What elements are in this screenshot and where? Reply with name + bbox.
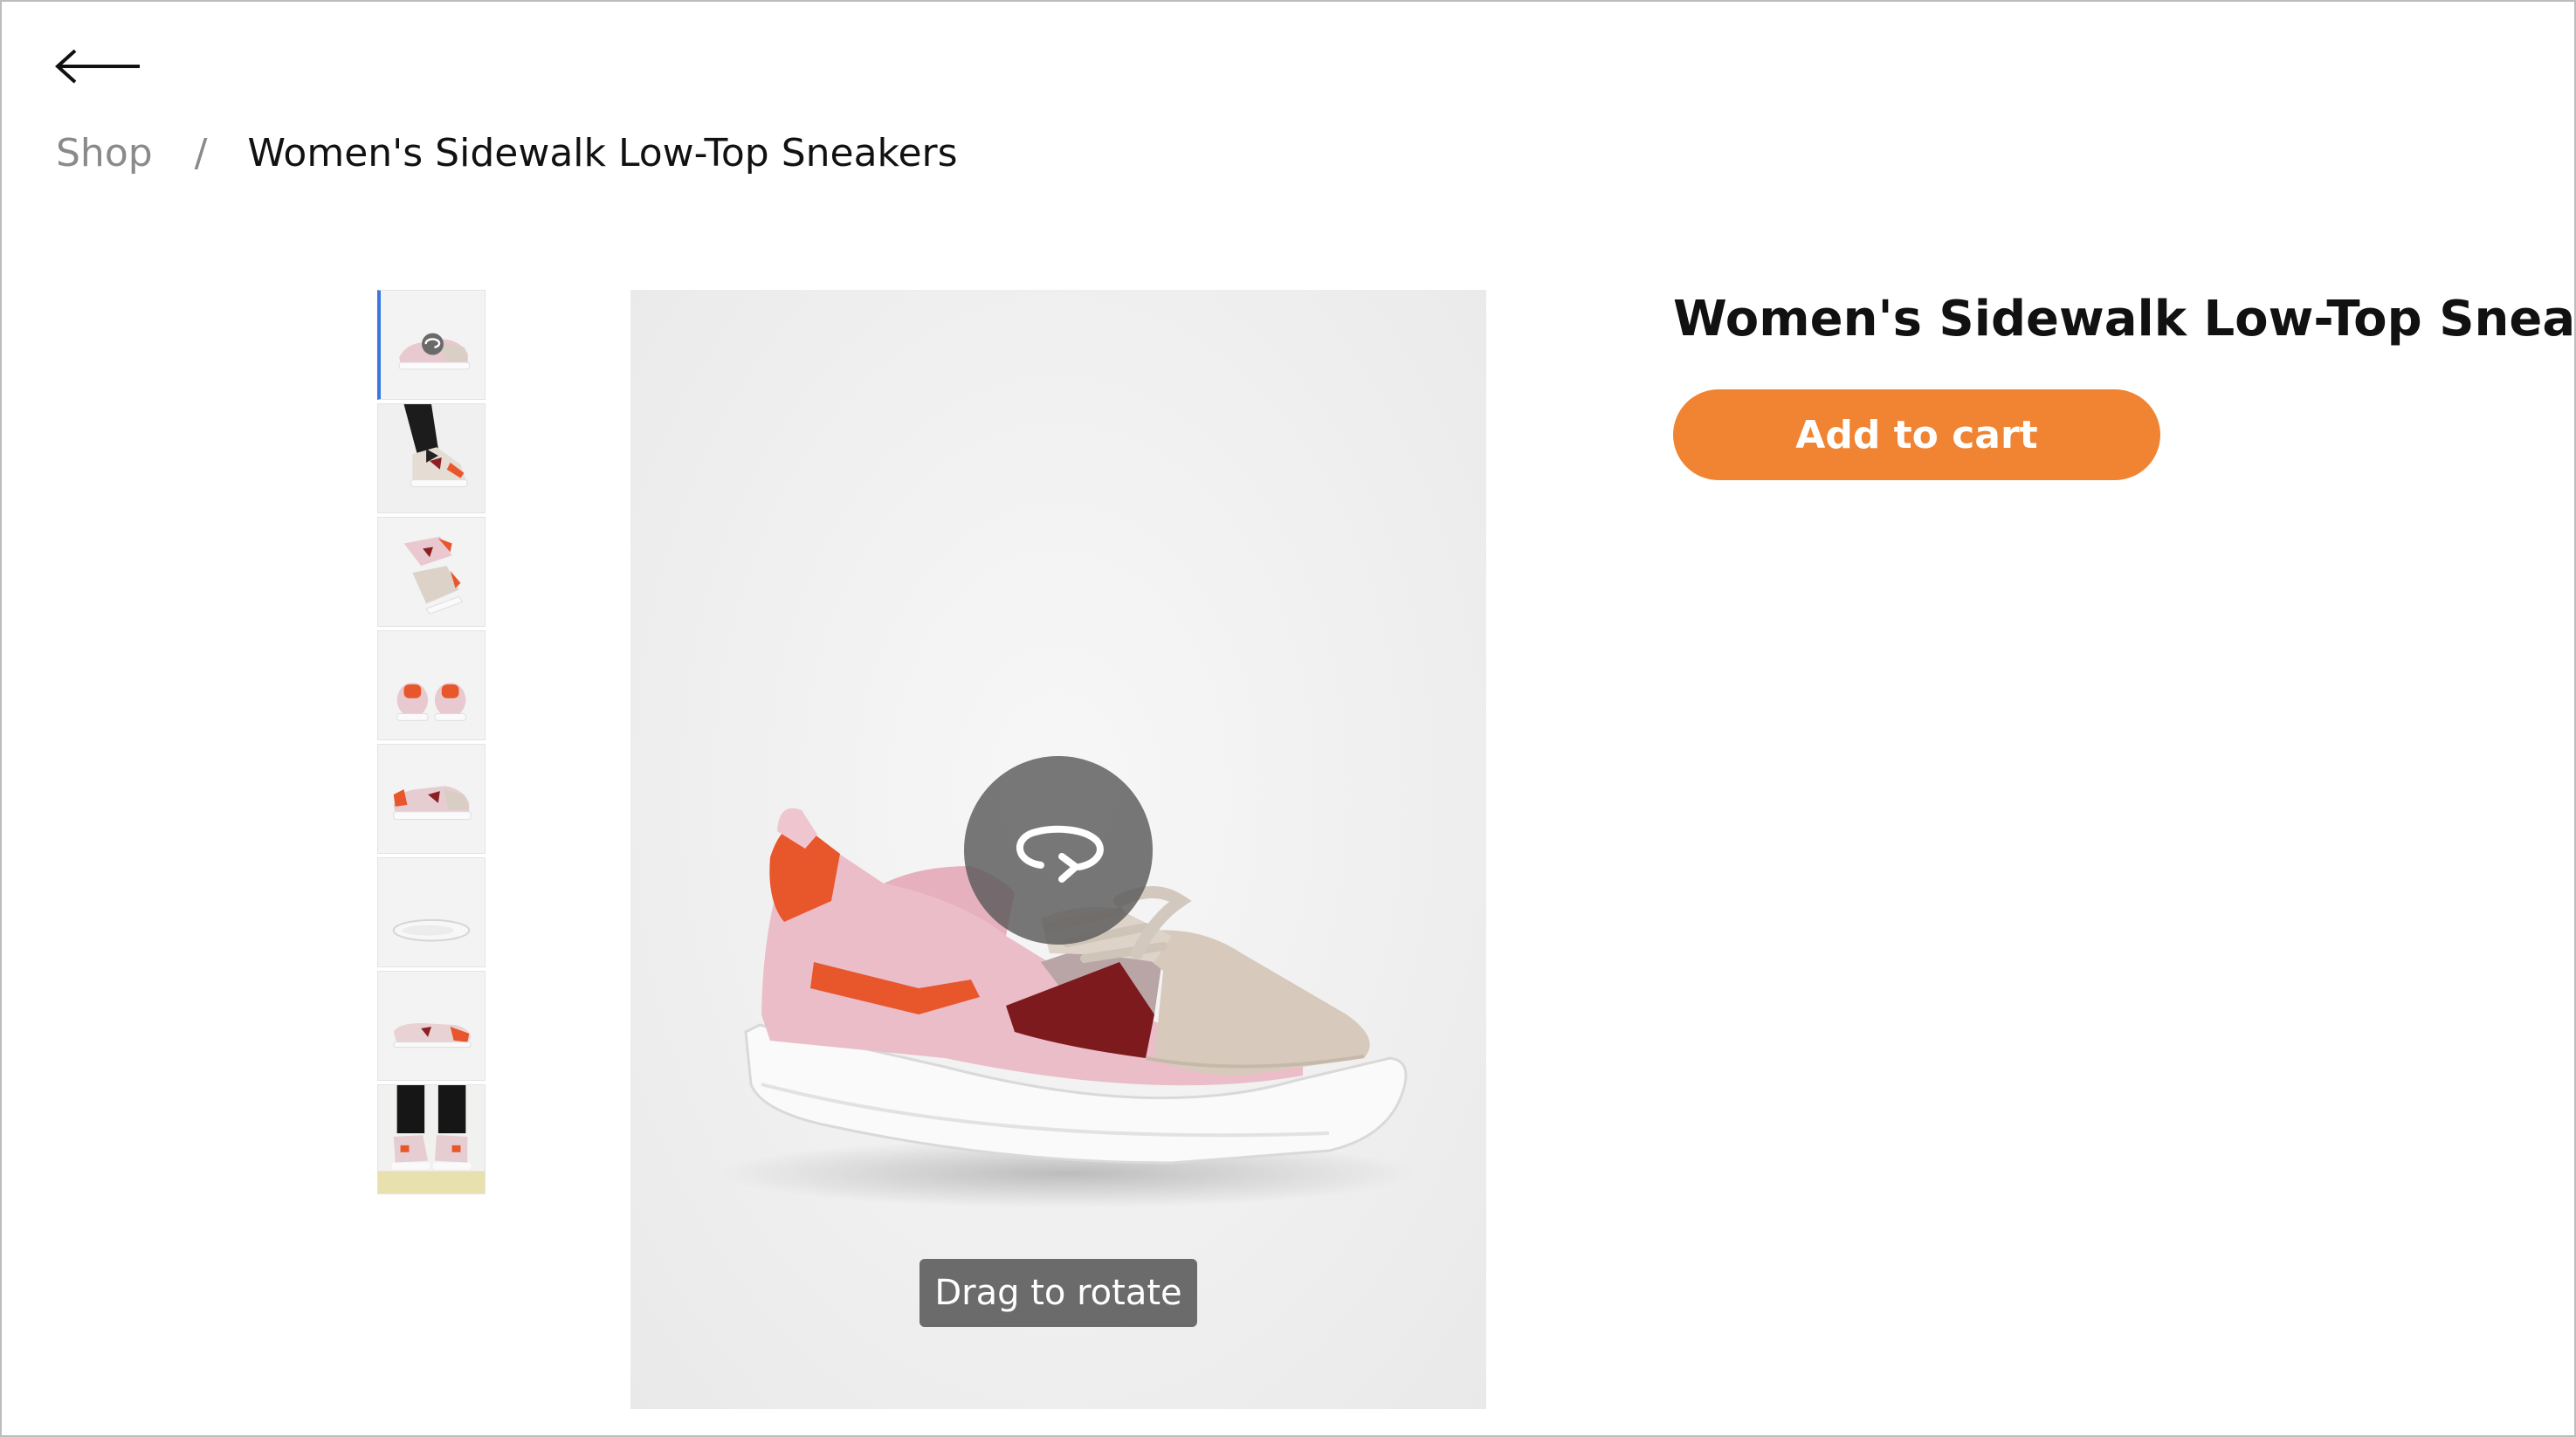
thumbnail-image[interactable] xyxy=(377,630,486,740)
leg-wearing-sneaker-thumbnail-image xyxy=(378,404,485,512)
breadcrumb-shop-link[interactable]: Shop xyxy=(56,127,153,180)
legs-wearing-sneakers-thumbnail-image xyxy=(378,1085,485,1193)
breadcrumb-current-page: Women's Sidewalk Low-Top Sneakers xyxy=(247,131,958,175)
sneaker-sole-thumbnail-image xyxy=(378,858,485,966)
thumbnail-image[interactable] xyxy=(377,1084,486,1194)
add-to-cart-button[interactable]: Add to cart xyxy=(1673,389,2160,480)
sneaker-top-thumbnail-image xyxy=(378,972,485,1080)
rotate-360-button[interactable] xyxy=(964,756,1153,945)
thumbnail-image[interactable] xyxy=(377,857,486,967)
drag-to-rotate-hint: Drag to rotate xyxy=(920,1259,1197,1327)
rotate-360-icon xyxy=(1016,825,1104,883)
back-button[interactable] xyxy=(54,40,150,93)
breadcrumb: Shop / Women's Sidewalk Low-Top Sneakers xyxy=(56,127,958,180)
sneaker-side-thumbnail-image xyxy=(378,745,485,853)
thumbnail-image[interactable] xyxy=(377,744,486,854)
product-title: Women's Sidewalk Low-Top Sneakers xyxy=(1673,291,2576,347)
thumbnail-image[interactable] xyxy=(377,971,486,1081)
sneaker-thumbnail-image xyxy=(381,292,485,398)
breadcrumb-separator: / xyxy=(194,131,208,175)
thumbnail-strip xyxy=(377,290,491,1194)
thumbnail-360-view[interactable] xyxy=(377,290,486,400)
sneaker-pair-back-thumbnail-image xyxy=(378,631,485,739)
product-360-viewer[interactable]: Drag to rotate xyxy=(630,290,1486,1409)
thumbnail-image[interactable] xyxy=(377,517,486,627)
arrow-left-icon xyxy=(55,49,140,84)
thumbnail-video[interactable] xyxy=(377,403,486,513)
sneaker-pair-thumbnail-image xyxy=(378,518,485,626)
